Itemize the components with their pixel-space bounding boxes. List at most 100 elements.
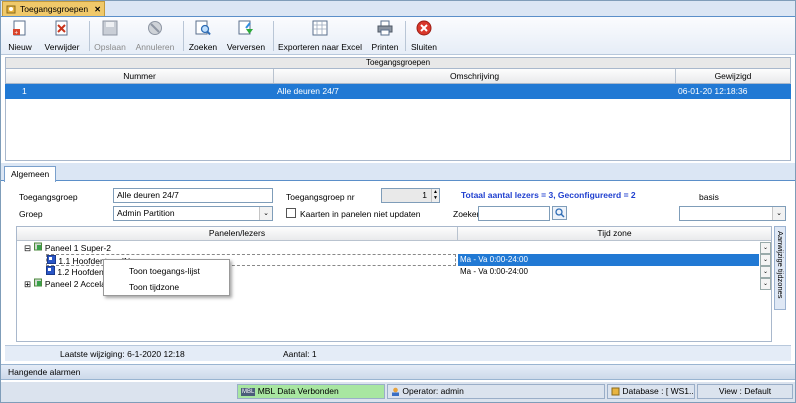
collapse-toggle-icon[interactable]: ⊟ [24, 243, 31, 253]
toolbar-separator [273, 21, 274, 51]
opslaan-button[interactable]: Opslaan [93, 18, 127, 54]
toolbar-separator [405, 21, 406, 51]
chevron-down-icon[interactable]: ⌄ [760, 242, 771, 254]
chevron-down-icon[interactable]: ⌄ [760, 278, 771, 290]
opslaan-label: Opslaan [94, 42, 126, 52]
context-menu: Toon toegangs-lijst Toon tijdzone [103, 259, 230, 296]
totaal-lezers-text: Totaal aantal lezers = 3, Geconfigureerd… [461, 190, 636, 200]
printen-label: Printen [371, 42, 399, 52]
menu-item-toon-tijdzone[interactable]: Toon tijdzone [129, 282, 179, 292]
operator-status: Operator: admin [387, 384, 605, 399]
kaarten-checkbox[interactable] [286, 208, 296, 218]
search-icon [195, 20, 211, 36]
operator-text: Operator: admin [402, 386, 464, 396]
aanwijzige-tijdzones-side-button[interactable]: Aanwijzige tijdzones [774, 226, 786, 310]
key-group-icon [6, 5, 16, 13]
column-header-omschrijving[interactable]: Omschrijving [274, 69, 676, 83]
zoeken-button[interactable]: Zoeken [187, 18, 219, 54]
nieuw-button[interactable]: + Nieuw [7, 18, 33, 54]
status-bar: MBL MBL Data Verbonden Operator: admin D… [1, 382, 795, 402]
laatste-wijziging-text: Laatste wijziging: 6-1-2020 12:18 [60, 349, 185, 359]
chevron-down-icon[interactable]: ⌄ [259, 207, 272, 220]
cell-omschrijving: Alle deuren 24/7 [277, 86, 339, 96]
sluiten-button[interactable]: Sluiten [409, 18, 439, 54]
panel-icon [33, 278, 42, 287]
document-tab-strip [1, 1, 795, 17]
groep-value: Admin Partition [117, 208, 175, 218]
reader-icon [47, 255, 56, 264]
database-status: Database : [ WS1.. [607, 384, 695, 399]
column-header-gewijzigd[interactable]: Gewijzigd [676, 69, 790, 83]
verversen-button[interactable]: Verversen [225, 18, 267, 54]
toegangsgroep-nr-value: 1 [422, 190, 427, 200]
toolbar: + Nieuw Verwijder Opslaan Annuleren Zoek… [1, 17, 795, 55]
printen-button[interactable]: Printen [369, 18, 401, 54]
save-icon [102, 20, 118, 36]
verwijder-button[interactable]: Verwijder [41, 18, 83, 54]
zoeken-input[interactable] [478, 206, 550, 221]
refresh-icon [238, 20, 253, 35]
delete-document-icon [55, 20, 68, 36]
basis-label: basis [699, 192, 719, 202]
mbl-status-text: MBL Data Verbonden [257, 386, 339, 396]
annuleren-button[interactable]: Annuleren [133, 18, 177, 54]
grid-empty-area [5, 99, 791, 161]
chevron-down-icon[interactable]: ⌄ [772, 207, 785, 220]
exporteren-label: Exporteren naar Excel [277, 42, 363, 52]
database-text: Database : [ WS1.. [622, 386, 694, 396]
cell-gewijzigd: 06-01-20 12:18:36 [678, 86, 748, 96]
column-header-panelen[interactable]: Panelen/lezers [17, 227, 458, 240]
tree-node-label: Paneel 1 Super-2 [44, 243, 112, 253]
printer-icon [377, 20, 393, 36]
table-row[interactable]: 1 Alle deuren 24/7 06-01-20 12:18:36 [5, 84, 791, 99]
database-icon [611, 387, 620, 396]
new-document-icon: + [13, 20, 26, 37]
column-header-nummer[interactable]: Nummer [6, 69, 274, 83]
column-header-tijdzone[interactable]: Tijd zone [458, 227, 771, 240]
toegangsgroep-nr-spinner[interactable]: 1 ▲ ▼ [381, 188, 440, 203]
toolbar-separator [89, 21, 90, 51]
reader-icon [46, 266, 55, 275]
menu-item-toon-toegangs-lijst[interactable]: Toon toegangs-lijst [129, 266, 200, 276]
cancel-icon [148, 21, 162, 35]
kaarten-label: Kaarten in panelen niet updaten [300, 209, 421, 219]
zoeken-label: Zoeken [188, 42, 218, 52]
user-icon [392, 387, 399, 397]
view-status: View : Default [697, 384, 793, 399]
tree-node-paneel-1[interactable]: ⊟ Paneel 1 Super-2 [24, 242, 111, 254]
sluiten-label: Sluiten [411, 42, 437, 52]
search-icon [555, 208, 565, 218]
aantal-text: Aantal: 1 [283, 349, 317, 359]
tree-node-paneel-2[interactable]: ⊞ Paneel 2 Accela [24, 278, 106, 290]
grid-title: Toegangsgroepen [5, 57, 791, 69]
close-tab-icon[interactable]: ✕ [94, 5, 101, 14]
spinner-arrows-icon[interactable]: ▲ ▼ [431, 189, 439, 202]
side-button-label: Aanwijzige tijdzones [776, 231, 785, 299]
verwijder-label: Verwijder [44, 42, 80, 52]
document-tab-label: Toegangsgroepen [20, 4, 89, 14]
svg-text:+: + [15, 31, 19, 37]
groep-label: Groep [19, 209, 43, 219]
document-tab-toegangsgroepen[interactable]: Toegangsgroepen ✕ [2, 1, 105, 16]
tree-node-label: Paneel 2 Accela [44, 279, 106, 289]
nieuw-label: Nieuw [8, 42, 32, 52]
expand-toggle-icon[interactable]: ⊞ [24, 279, 31, 289]
detail-tab-strip [1, 163, 795, 181]
tijdzone-cell[interactable]: Ma - Va 0:00-24:00 [458, 266, 759, 278]
detail-status-bar: Laatste wijziging: 6-1-2020 12:18 Aantal… [5, 345, 791, 361]
toegangsgroep-label: Toegangsgroep [19, 192, 78, 202]
chevron-down-icon[interactable]: ⌄ [760, 266, 771, 278]
toegangsgroep-input[interactable]: Alle deuren 24/7 [113, 188, 273, 203]
groep-dropdown[interactable]: Admin Partition ⌄ [113, 206, 273, 221]
mbl-connection-status: MBL MBL Data Verbonden [237, 384, 385, 399]
mbl-badge-icon: MBL [241, 387, 256, 396]
search-button[interactable] [552, 206, 567, 220]
verversen-label: Verversen [226, 42, 266, 52]
tijdzone-cell[interactable]: Ma - Va 0:00-24:00 [458, 254, 759, 266]
chevron-down-icon[interactable]: ⌄ [760, 254, 771, 266]
cell-nummer: 1 [22, 86, 27, 96]
tab-algemeen[interactable]: Algemeen [4, 166, 57, 182]
exporteren-naar-excel-button[interactable]: Exporteren naar Excel [277, 18, 363, 54]
basis-dropdown[interactable]: ⌄ [679, 206, 786, 221]
hangende-alarmen-bar[interactable]: Hangende alarmen [1, 364, 795, 380]
